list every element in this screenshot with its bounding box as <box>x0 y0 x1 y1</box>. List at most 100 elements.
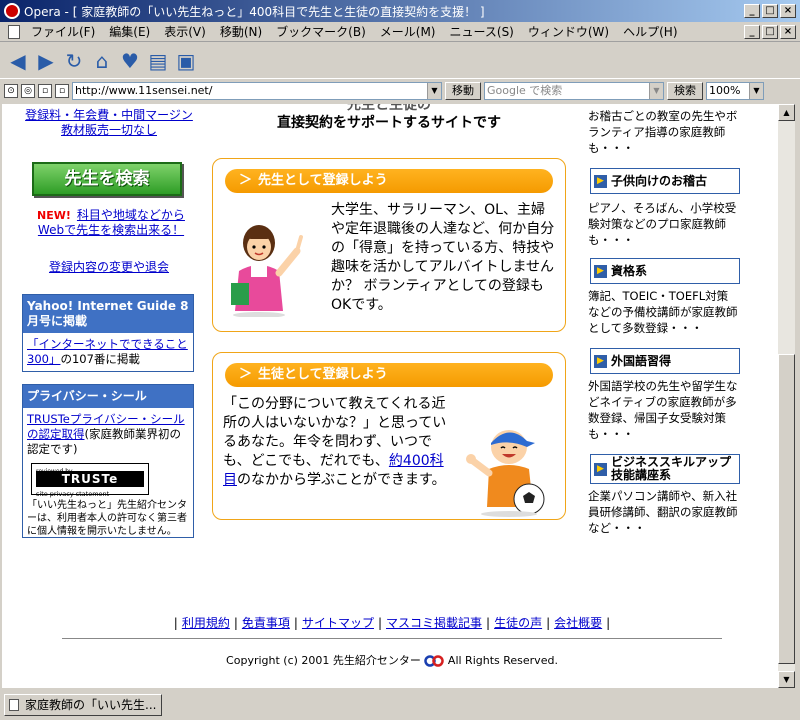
new-feature-link-1[interactable]: 科目や地域などから <box>77 208 185 222</box>
doc-restore-button[interactable]: □ <box>762 24 778 39</box>
section-business-skills-text: 企業パソコン講師や、新入社員研修講師、翻訳の家庭教師など・・・ <box>588 489 738 535</box>
student-register-card: ＞ 生徒として登録しよう 「この分野について教えてくれる近所の人はいないかな？」と… <box>212 352 566 520</box>
window-title-bar: Opera - [ 家庭教師の「いい先生ねっと」400科目で先生と生徒の直接契約… <box>0 0 800 22</box>
menu-news[interactable]: ニュース(S) <box>442 23 520 40</box>
zoom-select[interactable]: 100% ▼ <box>706 82 764 100</box>
chevron-right-icon: ＞ <box>239 367 253 382</box>
student-register-title[interactable]: ＞ 生徒として登録しよう <box>225 363 553 387</box>
search-button[interactable]: 検索 <box>667 82 703 100</box>
teacher-register-title-text: 先生として登録しよう <box>258 173 388 188</box>
footer-divider <box>62 638 722 639</box>
fees-link-line-2[interactable]: 教材販売一切なし <box>24 123 194 138</box>
scroll-thumb[interactable] <box>778 354 795 664</box>
menu-help[interactable]: ヘルプ(H) <box>616 23 684 40</box>
footer-link-company[interactable]: 会社概要 <box>554 616 602 630</box>
truste-logo-text: TRUSTe <box>36 471 144 487</box>
new-feature-link-2[interactable]: Webで先生を検索出来る！ <box>26 223 196 238</box>
teacher-register-text: 大学生、サラリーマン、OL、主婦や定年退職後の人達など、何か自分の「得意」を持っ… <box>331 202 555 313</box>
menu-navigate[interactable]: 移動(N) <box>213 23 269 40</box>
maximize-button[interactable]: □ <box>762 4 778 18</box>
privacy-box-title: プライバシー・シール <box>23 385 193 408</box>
menu-edit[interactable]: 編集(E) <box>102 23 157 40</box>
scroll-down-icon[interactable]: ▼ <box>778 671 795 688</box>
document-icon <box>8 24 20 39</box>
window-title: Opera - [ 家庭教師の「いい先生ねっと」400科目で先生と生徒の直接契約… <box>24 4 485 19</box>
scroll-up-icon[interactable]: ▲ <box>778 104 795 121</box>
menu-view[interactable]: 表示(V) <box>157 23 213 40</box>
search-dropdown-icon[interactable]: ▼ <box>649 83 663 99</box>
page-tab-title: 家庭教師の「いい先生... <box>25 698 157 712</box>
search-placeholder: Google で検索 <box>487 84 563 97</box>
boy-student-figure <box>466 430 545 517</box>
menu-window[interactable]: ウィンドウ(W) <box>521 23 616 40</box>
section-foreign-language[interactable]: ▶ 外国語習得 <box>590 348 740 374</box>
doc-close-button[interactable]: × <box>780 24 796 39</box>
site-description-line-1: 先生と生徒の <box>347 104 431 113</box>
close-button[interactable]: × <box>780 4 796 18</box>
student-register-text: 「この分野について教えてくれる近所の人はいないかな？」と思っているあなた。年令を… <box>223 395 449 490</box>
footer-link-press[interactable]: マスコミ掲載記事 <box>386 616 482 630</box>
url-input[interactable]: http://www.11sensei.net/ ▼ <box>72 82 442 100</box>
section-qualifications-title: 資格系 <box>611 263 648 278</box>
navigation-toolbar: ◀ ▶ ↻ ⌂ ♥ ▤ ▣ <box>0 43 800 79</box>
zoom-dropdown-icon[interactable]: ▼ <box>749 83 763 99</box>
section-kids-lessons-text: ピアノ、そろばん、小学校受験対策などのプロ家庭教師も・・・ <box>588 201 737 247</box>
student-text-2: のなかから学ぶことができます。 <box>237 472 446 488</box>
footer-link-disclaimer[interactable]: 免責事項 <box>242 616 290 630</box>
footer-link-student-voices[interactable]: 生徒の声 <box>494 616 542 630</box>
section-foreign-language-title: 外国語習得 <box>611 353 672 368</box>
address-bar: ⊙ ◎ ▫ ▫ http://www.11sensei.net/ ▼ 移動 Go… <box>0 80 800 102</box>
menu-mail[interactable]: メール(M) <box>373 23 443 40</box>
section-business-skills[interactable]: ▶ ビジネススキルアップ技能講座系 <box>590 454 740 484</box>
new-page-icon[interactable]: ▫ <box>38 84 52 98</box>
privacy-note: 「いい先生ねっと」先生紹介センターは、利用者本人の許可なく第三者に個人情報を開示… <box>27 500 187 537</box>
arrow-right-icon: ▶ <box>594 264 607 278</box>
rights-text: All Rights Reserved. <box>447 654 558 667</box>
student-register-title-text: 生徒として登録しよう <box>258 367 388 382</box>
copyright-text: Copyright (c) 2001 先生紹介センター <box>226 654 421 667</box>
page-info-icon[interactable]: ▫ <box>55 84 69 98</box>
page-viewport: 登録料・年会費・中間マージン 教材販売一切なし 先生を検索 NEW! 科目や地域な… <box>2 104 778 688</box>
search-input[interactable]: Google で検索 ▼ <box>484 82 664 100</box>
page-tab[interactable]: 家庭教師の「いい先生... <box>4 694 162 716</box>
section-kids-lessons[interactable]: ▶ 子供向けのお稽古 <box>590 168 740 194</box>
chevron-right-icon: ＞ <box>239 173 253 188</box>
section-qualifications-text: 簿記、TOEIC・TOEFL対策などの予備校講師が家庭教師として多数登録・・・ <box>588 289 738 335</box>
yahoo-box: Yahoo! Internet Guide 8月号に掲載 「インターネットででき… <box>22 294 194 372</box>
url-dropdown-icon[interactable]: ▼ <box>427 83 441 99</box>
footer-link-sitemap[interactable]: サイトマップ <box>302 616 374 630</box>
page-tab-bar: 家庭教師の「いい先生... <box>0 690 800 720</box>
footer-link-terms[interactable]: 利用規約 <box>182 616 230 630</box>
back-icon[interactable]: ◀ <box>6 49 30 73</box>
reload-icon[interactable]: ↻ <box>62 49 86 73</box>
minimize-button[interactable]: _ <box>744 4 760 18</box>
opera-icon <box>4 3 20 19</box>
vertical-scrollbar[interactable]: ▲ ▼ <box>778 104 795 688</box>
section-qualifications[interactable]: ▶ 資格系 <box>590 258 740 284</box>
right-top-text: お稽古ごとの教室の先生やボランティア指導の家庭教師も・・・ <box>588 109 738 155</box>
url-text: http://www.11sensei.net/ <box>75 84 213 97</box>
forward-icon[interactable]: ▶ <box>34 49 58 73</box>
truste-logo[interactable]: reviewed by TRUSTe site privacy statemen… <box>31 463 149 498</box>
search-teacher-button[interactable]: 先生を検索 <box>32 162 182 196</box>
security-icon[interactable]: ⊙ <box>4 84 18 98</box>
truste-sub: site privacy statement <box>36 490 110 498</box>
copyright: Copyright (c) 2001 先生紹介センター All Rights R… <box>62 652 722 668</box>
menu-file[interactable]: ファイル(F) <box>24 23 102 40</box>
go-button[interactable]: 移動 <box>445 82 481 100</box>
fees-link-block: 登録料・年会費・中間マージン 教材販売一切なし <box>24 108 194 138</box>
hotlist-icon[interactable]: ♥ <box>118 49 142 73</box>
menu-bookmarks[interactable]: ブックマーク(B) <box>269 23 373 40</box>
yahoo-suffix: の107番に掲載 <box>60 352 140 366</box>
site-description-line-2: 直接契約をサポートするサイトです <box>277 115 501 131</box>
teacher-register-title[interactable]: ＞ 先生として登録しよう <box>225 169 553 193</box>
woman-teacher-figure <box>231 225 303 317</box>
home-icon[interactable]: ⌂ <box>90 49 114 73</box>
fees-link-line-1[interactable]: 登録料・年会費・中間マージン <box>24 108 194 123</box>
zoom-value: 100% <box>709 84 741 97</box>
page-icon[interactable]: ▣ <box>174 49 198 73</box>
doc-minimize-button[interactable]: _ <box>744 24 760 39</box>
camera-icon[interactable]: ◎ <box>21 84 35 98</box>
registration-change-link[interactable]: 登録内容の変更や退会 <box>24 258 194 275</box>
print-icon[interactable]: ▤ <box>146 49 170 73</box>
